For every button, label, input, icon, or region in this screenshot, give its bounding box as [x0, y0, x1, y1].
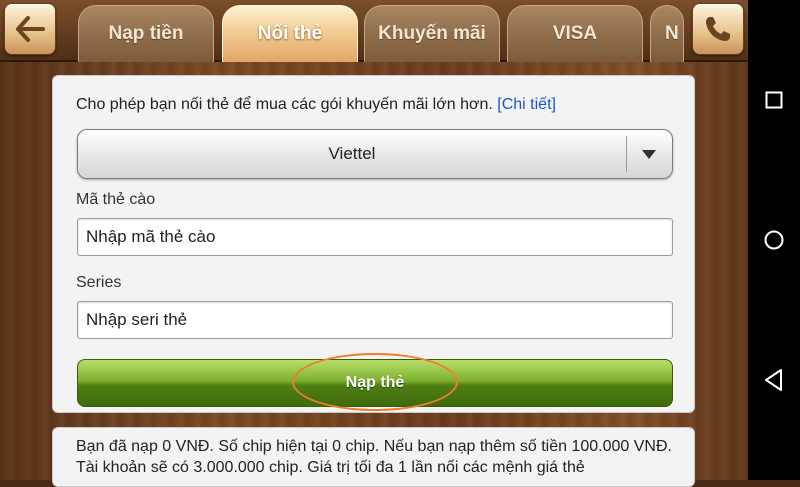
balance-info-panel: Bạn đã nạp 0 VNĐ. Số chip hiện tại 0 chi…: [52, 427, 695, 487]
card-code-input[interactable]: [77, 218, 673, 256]
tab-label: Nối thẻ: [257, 23, 323, 44]
system-nav-bar: [748, 0, 800, 480]
tab-nap-tien[interactable]: Nạp tiền: [78, 5, 214, 62]
balance-info-text: Bạn đã nạp 0 VNĐ. Số chip hiện tại 0 chi…: [76, 438, 672, 476]
serial-input[interactable]: [77, 301, 673, 339]
submit-label: Nạp thẻ: [345, 374, 405, 391]
back-button[interactable]: [4, 3, 56, 55]
phone-icon: [706, 17, 730, 41]
card-code-label: Mã thẻ cào: [76, 191, 156, 208]
recents-button[interactable]: [758, 84, 790, 116]
back-triangle-icon: [765, 369, 782, 391]
home-button[interactable]: [758, 224, 790, 256]
carrier-select[interactable]: Viettel: [77, 129, 673, 179]
chevron-down-icon: [642, 150, 656, 159]
tab-label: VISA: [552, 23, 598, 44]
phone-button[interactable]: [692, 3, 744, 55]
select-divider: [626, 136, 627, 172]
recharge-card-button[interactable]: Nạp thẻ: [77, 359, 673, 407]
serial-label: Series: [76, 274, 122, 291]
tab-khuyen-mai[interactable]: Khuyến mãi: [364, 5, 500, 62]
carrier-selected-value: Viettel: [328, 144, 376, 163]
card-linking-panel: Cho phép bạn nối thẻ để mua các gói khuy…: [52, 75, 695, 413]
tab-label: Khuyến mãi: [378, 23, 486, 44]
intro-text: Cho phép bạn nối thẻ để mua các gói khuy…: [76, 96, 493, 113]
home-circle-icon: [764, 230, 784, 250]
recents-square-icon: [765, 91, 783, 109]
tab-noi-the[interactable]: Nối thẻ: [222, 5, 358, 62]
tab-visa[interactable]: VISA: [507, 5, 643, 62]
intro-line: Cho phép bạn nối thẻ để mua các gói khuy…: [76, 96, 556, 114]
tab-label: Nạp tiền: [108, 23, 184, 44]
back-arrow-icon: [16, 16, 45, 42]
top-tab-bar: Nạp tiền Nối thẻ Khuyến mãi VISA N: [0, 0, 748, 62]
tab-next-clipped[interactable]: N: [650, 5, 684, 62]
details-link[interactable]: [Chi tiết]: [497, 96, 556, 113]
tab-label: N: [665, 23, 679, 44]
system-back-button[interactable]: [758, 364, 790, 396]
